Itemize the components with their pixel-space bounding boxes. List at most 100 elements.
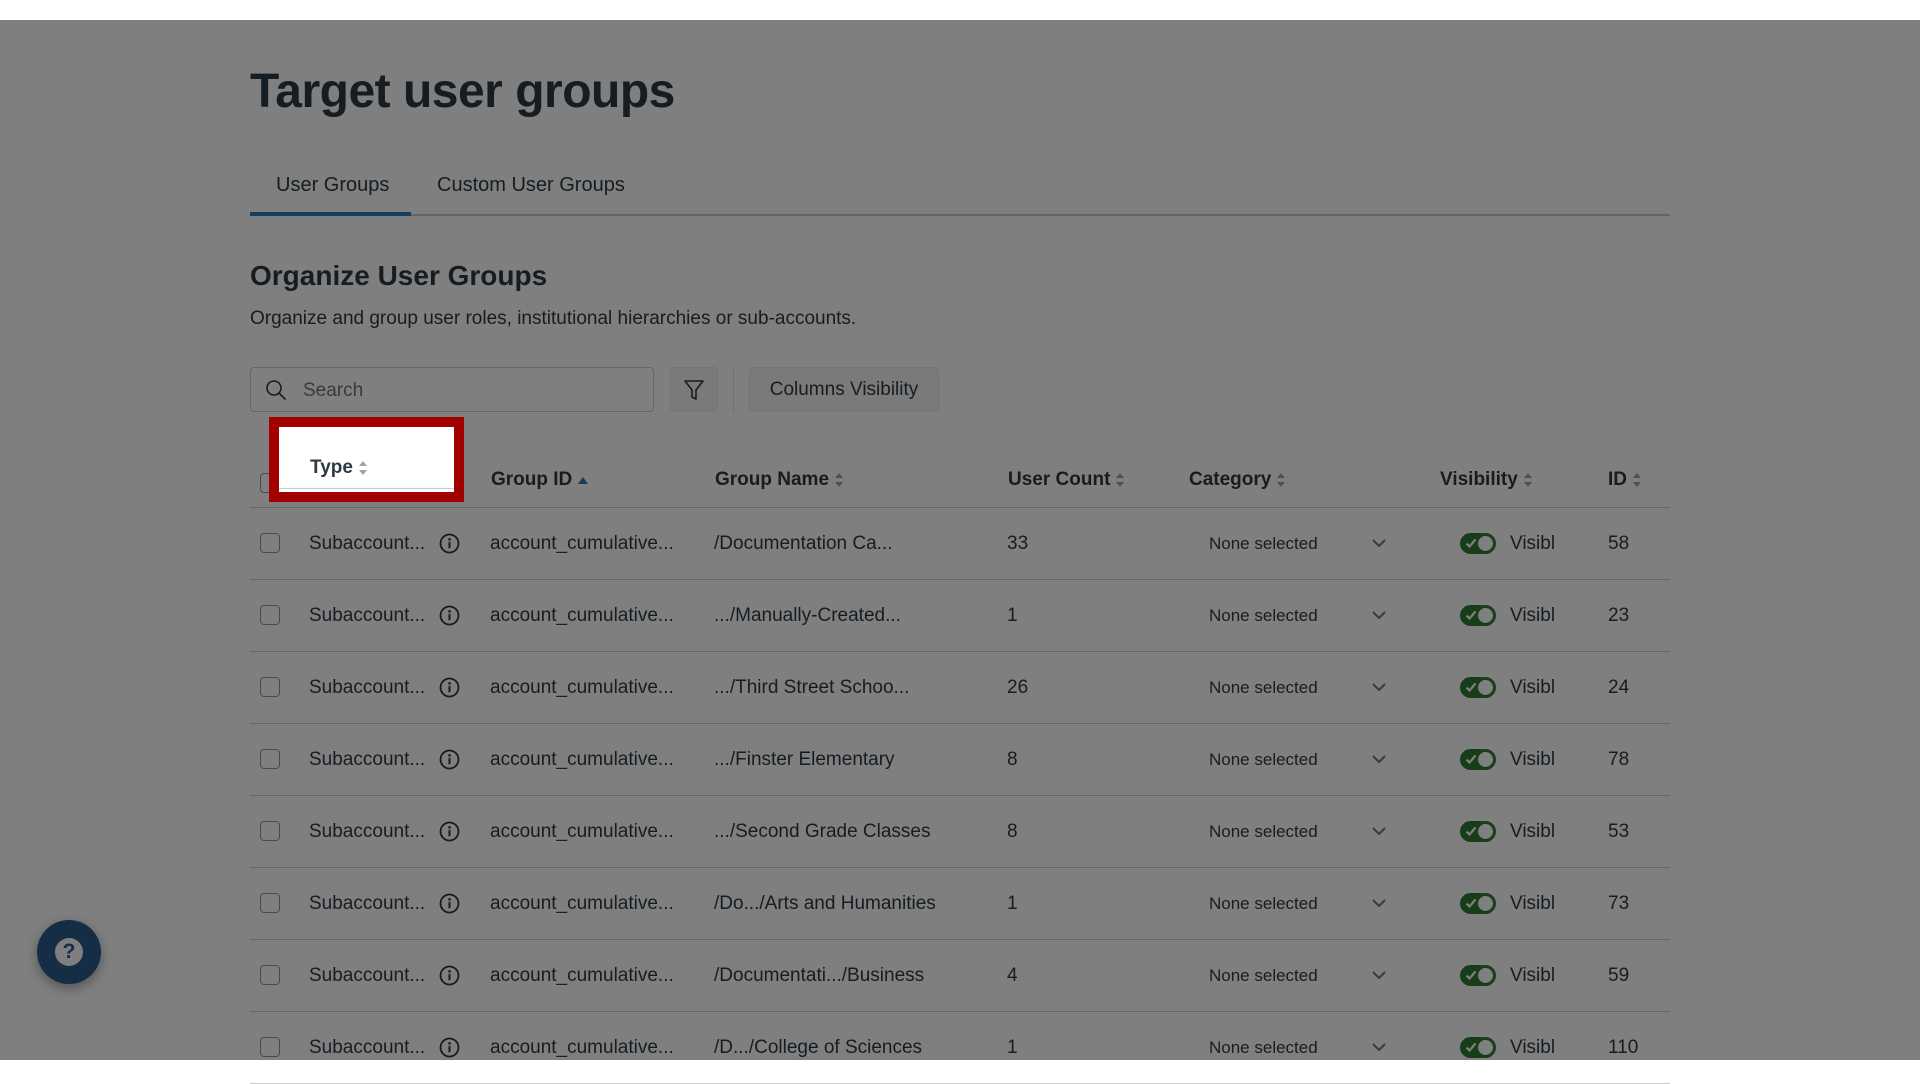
category-select[interactable]: None selected — [1209, 868, 1318, 939]
visibility-label: Visibl — [1510, 604, 1556, 626]
chevron-down-icon[interactable] — [1371, 896, 1387, 910]
chevron-down-icon[interactable] — [1371, 824, 1387, 838]
info-icon[interactable] — [439, 893, 460, 914]
id-cell: 58 — [1608, 532, 1630, 554]
category-select[interactable]: None selected — [1209, 652, 1318, 723]
column-header-label: Group Name — [715, 469, 830, 490]
info-icon[interactable] — [439, 533, 460, 554]
table-row: Subaccount... account_cumulative... .../… — [250, 796, 1670, 868]
type-cell: Subaccount... — [309, 892, 426, 914]
user-count-cell: 1 — [1007, 1036, 1018, 1058]
toggle-knob — [1478, 680, 1493, 695]
visibility-toggle[interactable] — [1460, 749, 1496, 770]
row-checkbox[interactable] — [260, 1037, 280, 1057]
tab-custom-user-groups[interactable]: Custom User Groups — [437, 174, 625, 197]
row-checkbox[interactable] — [260, 533, 280, 553]
group-name-cell: .../Manually-Created... — [714, 604, 901, 626]
visibility-toggle[interactable] — [1460, 533, 1496, 554]
info-icon[interactable] — [439, 821, 460, 842]
visibility-toggle[interactable] — [1460, 893, 1496, 914]
row-checkbox[interactable] — [260, 965, 280, 985]
row-checkbox[interactable] — [260, 605, 280, 625]
group-name-cell: /D.../College of Sciences — [714, 1036, 923, 1058]
chevron-down-icon[interactable] — [1371, 536, 1387, 550]
toggle-knob — [1478, 896, 1493, 911]
column-header-label: User Count — [1008, 469, 1111, 490]
user-count-cell: 33 — [1007, 532, 1029, 554]
tab-user-groups[interactable]: User Groups — [276, 174, 389, 197]
column-header-visibility[interactable]: Visibility — [1440, 469, 1533, 491]
row-checkbox[interactable] — [260, 677, 280, 697]
header-divider — [279, 488, 454, 489]
column-header-group-id[interactable]: Group ID — [491, 469, 589, 491]
type-cell: Subaccount... — [309, 676, 426, 698]
chevron-down-icon[interactable] — [1371, 680, 1387, 694]
chevron-down-icon[interactable] — [1371, 752, 1387, 766]
column-header-label: Category — [1189, 469, 1272, 490]
help-button[interactable]: ? — [37, 920, 101, 984]
page-title: Target user groups — [250, 65, 675, 118]
column-header-group-name[interactable]: Group Name — [715, 469, 844, 491]
sort-icon — [358, 461, 368, 475]
category-select[interactable]: None selected — [1209, 940, 1318, 1011]
info-icon[interactable] — [439, 749, 460, 770]
visibility-toggle[interactable] — [1460, 605, 1496, 626]
visibility-label: Visibl — [1510, 892, 1556, 914]
page: Target user groups User Groups Custom Us… — [0, 20, 1920, 1084]
category-select[interactable]: None selected — [1209, 508, 1318, 579]
type-cell: Subaccount... — [309, 964, 426, 986]
type-cell: Subaccount... — [309, 1036, 426, 1058]
info-icon[interactable] — [439, 1037, 460, 1058]
column-header-type-highlighted[interactable]: Type — [310, 457, 368, 479]
user-count-cell: 8 — [1007, 820, 1018, 842]
column-header-category[interactable]: Category — [1189, 469, 1286, 491]
chevron-down-icon[interactable] — [1371, 608, 1387, 622]
column-header-user-count[interactable]: User Count — [1008, 469, 1125, 491]
columns-visibility-button[interactable]: Columns Visibility — [749, 367, 939, 412]
table-row: Subaccount... account_cumulative... .../… — [250, 724, 1670, 796]
group-id-cell: account_cumulative... — [490, 748, 674, 770]
user-count-cell: 4 — [1007, 964, 1018, 986]
user-count-cell: 8 — [1007, 748, 1018, 770]
category-select[interactable]: None selected — [1209, 796, 1318, 867]
info-icon[interactable] — [439, 965, 460, 986]
check-icon — [1465, 1042, 1477, 1053]
group-name-cell: .../Third Street Schoo... — [714, 676, 910, 698]
chevron-down-icon[interactable] — [1371, 1040, 1387, 1054]
check-icon — [1465, 610, 1477, 621]
visibility-toggle[interactable] — [1460, 677, 1496, 698]
visibility-toggle[interactable] — [1460, 1037, 1496, 1058]
table-row: Subaccount... account_cumulative... .../… — [250, 652, 1670, 724]
category-select[interactable]: None selected — [1209, 1012, 1318, 1083]
id-cell: 23 — [1608, 604, 1630, 626]
column-header-id[interactable]: ID — [1608, 469, 1642, 491]
toggle-knob — [1478, 536, 1493, 551]
search-input[interactable] — [301, 368, 645, 413]
active-tab-indicator — [250, 212, 411, 216]
visibility-label: Visibl — [1510, 964, 1556, 986]
group-name-cell: /Documentati.../Business — [714, 964, 925, 986]
info-icon[interactable] — [439, 677, 460, 698]
chevron-down-icon[interactable] — [1371, 968, 1387, 982]
row-checkbox[interactable] — [260, 749, 280, 769]
category-select[interactable]: None selected — [1209, 580, 1318, 651]
column-header-label: ID — [1608, 469, 1627, 490]
user-count-cell: 26 — [1007, 676, 1029, 698]
id-cell: 73 — [1608, 892, 1630, 914]
filter-button[interactable] — [670, 367, 718, 412]
group-id-cell: account_cumulative... — [490, 964, 674, 986]
visibility-toggle[interactable] — [1460, 965, 1496, 986]
row-checkbox[interactable] — [260, 893, 280, 913]
category-select[interactable]: None selected — [1209, 724, 1318, 795]
table-row: Subaccount... account_cumulative... .../… — [250, 580, 1670, 652]
visibility-toggle[interactable] — [1460, 821, 1496, 842]
sort-icon — [1523, 473, 1533, 487]
row-checkbox[interactable] — [260, 821, 280, 841]
group-name-cell: /Documentation Ca... — [714, 532, 893, 554]
search-field[interactable] — [250, 367, 654, 413]
check-icon — [1465, 754, 1477, 765]
group-id-cell: account_cumulative... — [490, 820, 674, 842]
group-id-cell: account_cumulative... — [490, 604, 674, 626]
info-icon[interactable] — [439, 605, 460, 626]
group-name-cell: /Do.../Arts and Humanities — [714, 892, 936, 914]
